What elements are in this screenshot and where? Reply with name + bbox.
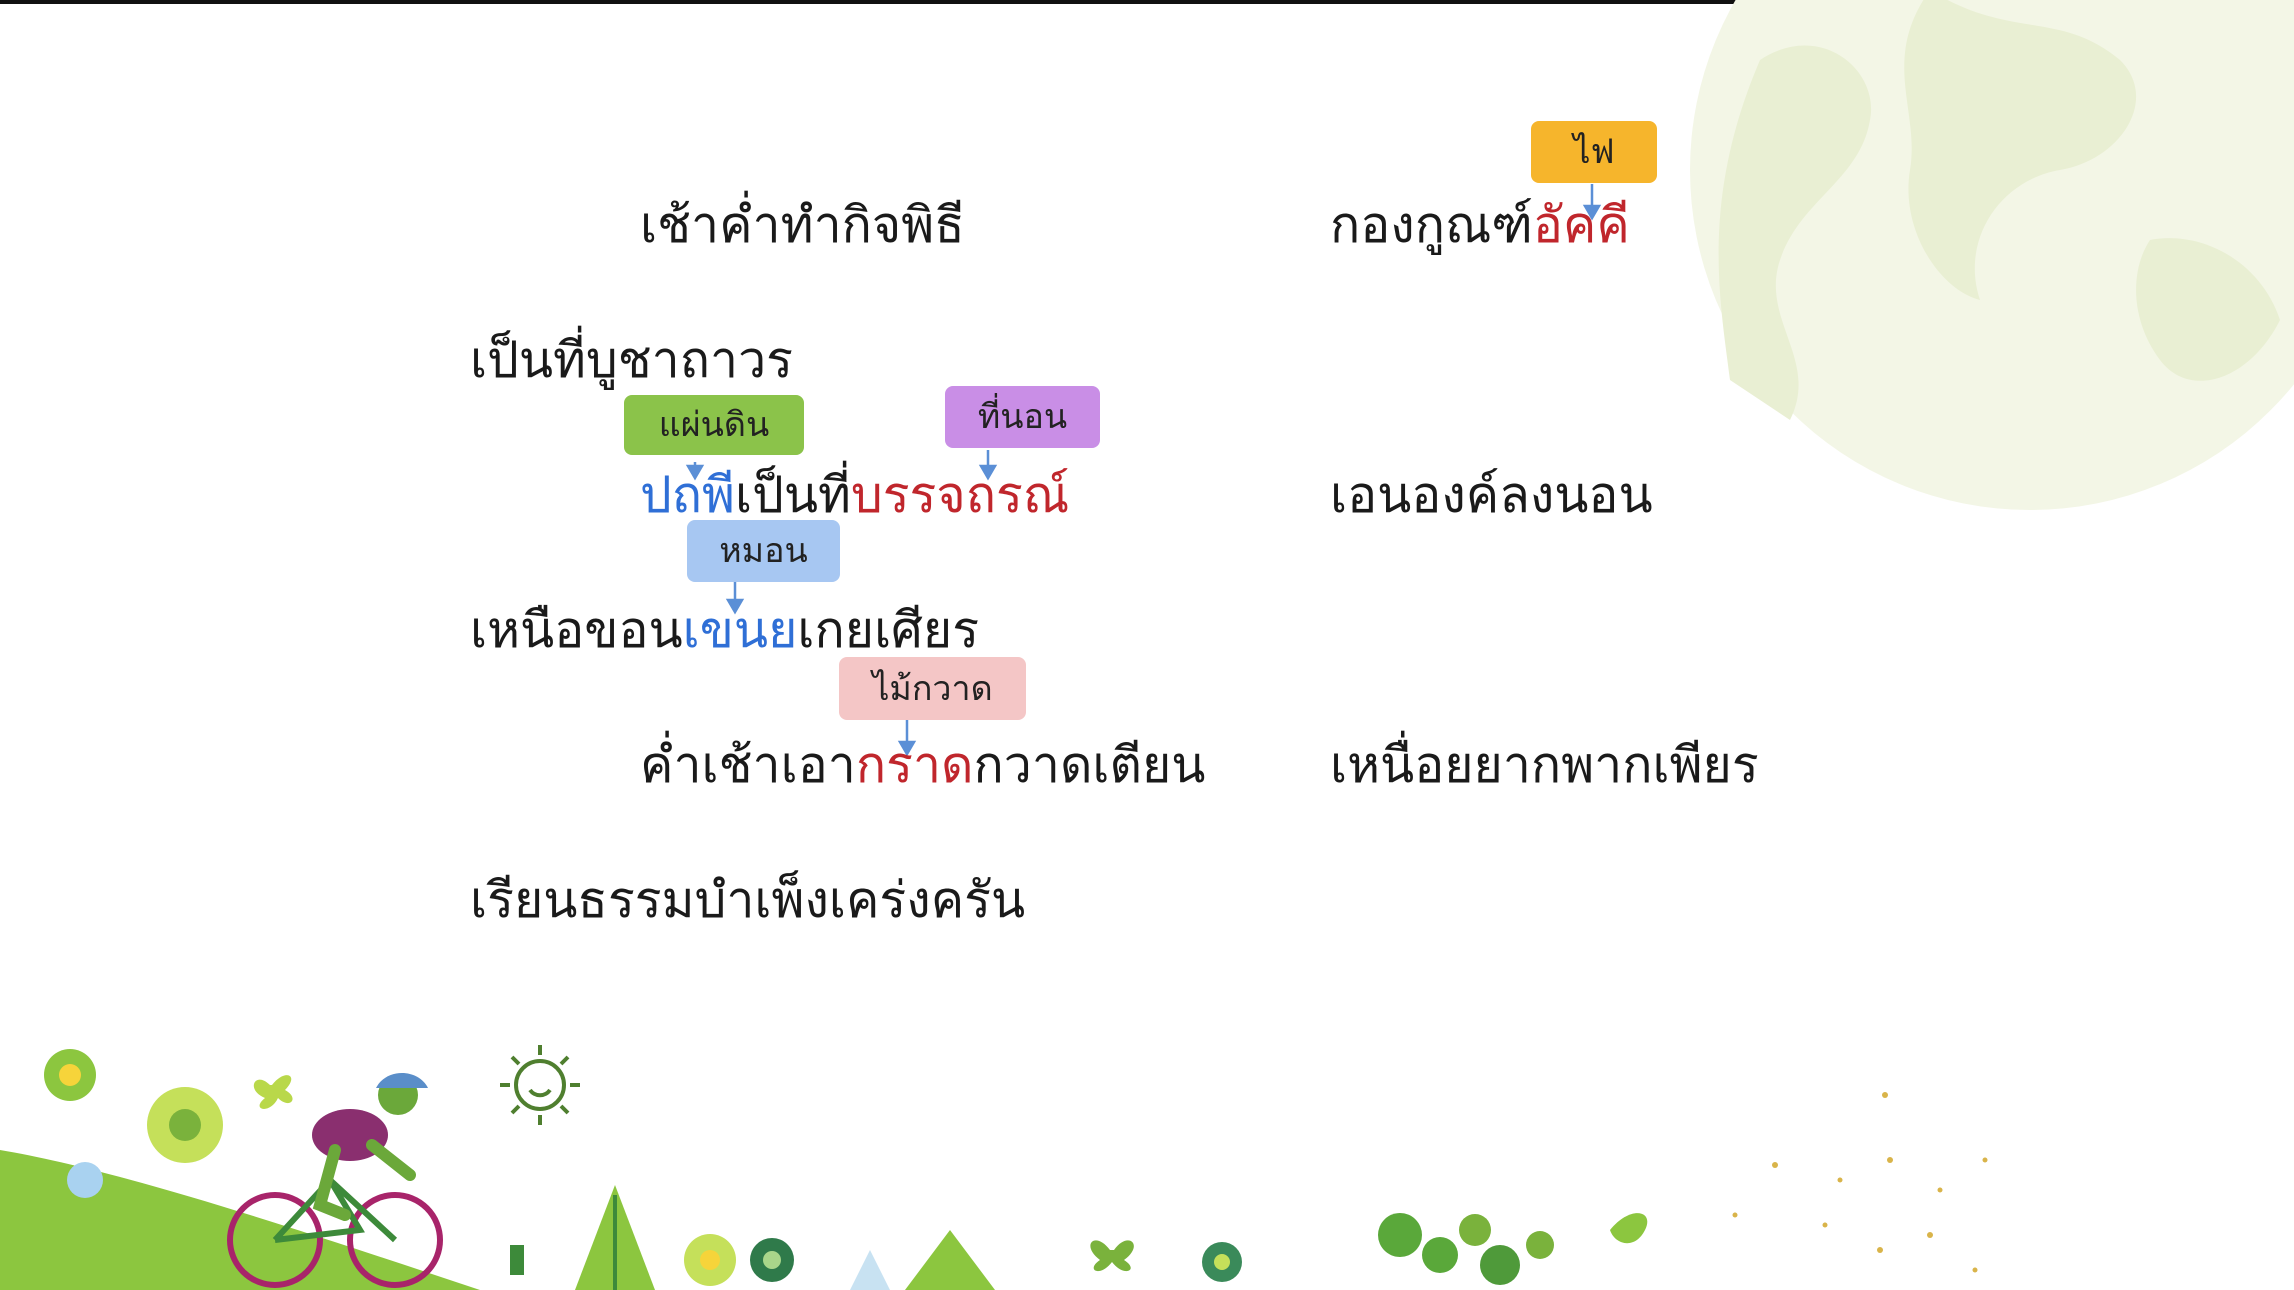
verse-line-6-left: เรียนธรรมบำเพ็งเคร่งครัน (470, 871, 1026, 929)
verse-text: ค่ำเช้าเอา (640, 736, 856, 794)
verse-text: เกยเศียร (797, 601, 980, 659)
tree-icon (510, 1185, 995, 1290)
verse-text: เป็นที่ (734, 466, 851, 524)
gloss-fire: ไฟ (1531, 121, 1657, 183)
verse-text: เหนือขอน (470, 601, 683, 659)
dots-decoration (1732, 1092, 1988, 1273)
background-decoration (0, 0, 2294, 1290)
verse-line-4-left: เหนือขอนเขนยเกยเศียร (470, 605, 979, 655)
verse-text: กวาดเตียน (973, 736, 1206, 794)
gloss-broom: ไม้กวาด (839, 657, 1026, 720)
highlight-word-banchathon: บรรจถรณ์ (850, 466, 1070, 524)
globe-watermark-icon (1690, 0, 2294, 510)
verse-line-1-right: กองกูณฑ์อัคคี (1330, 200, 1630, 250)
verse-line-3-left: ปถพีเป็นที่บรรจถรณ์ (640, 470, 1069, 520)
gloss-bed: ที่นอน (945, 386, 1100, 448)
highlight-word-krat: กราด (855, 736, 974, 794)
highlight-word-khanoei: เขนย (682, 601, 798, 659)
gloss-pillow: หมอน (687, 520, 840, 582)
highlight-word-pathaphi: ปถพี (640, 466, 735, 524)
verse-line-1-left: เช้าค่ำทำกิจพิธี (640, 196, 965, 254)
gloss-earth: แผ่นดิน (624, 395, 804, 455)
verse-line-5-left: ค่ำเช้าเอากราดกวาดเตียน (640, 740, 1205, 790)
verse-line-5-right: เหนื่อยยากพากเพียร (1330, 736, 1759, 794)
highlight-word-akki: อัคคี (1532, 196, 1630, 254)
verse-line-2-left: เป็นที่บูชาถาวร (470, 331, 793, 389)
sun-icon (500, 1045, 580, 1125)
verse-text: กองกูณฑ์ (1330, 196, 1533, 254)
verse-line-3-right: เอนองค์ลงนอน (1330, 466, 1653, 524)
